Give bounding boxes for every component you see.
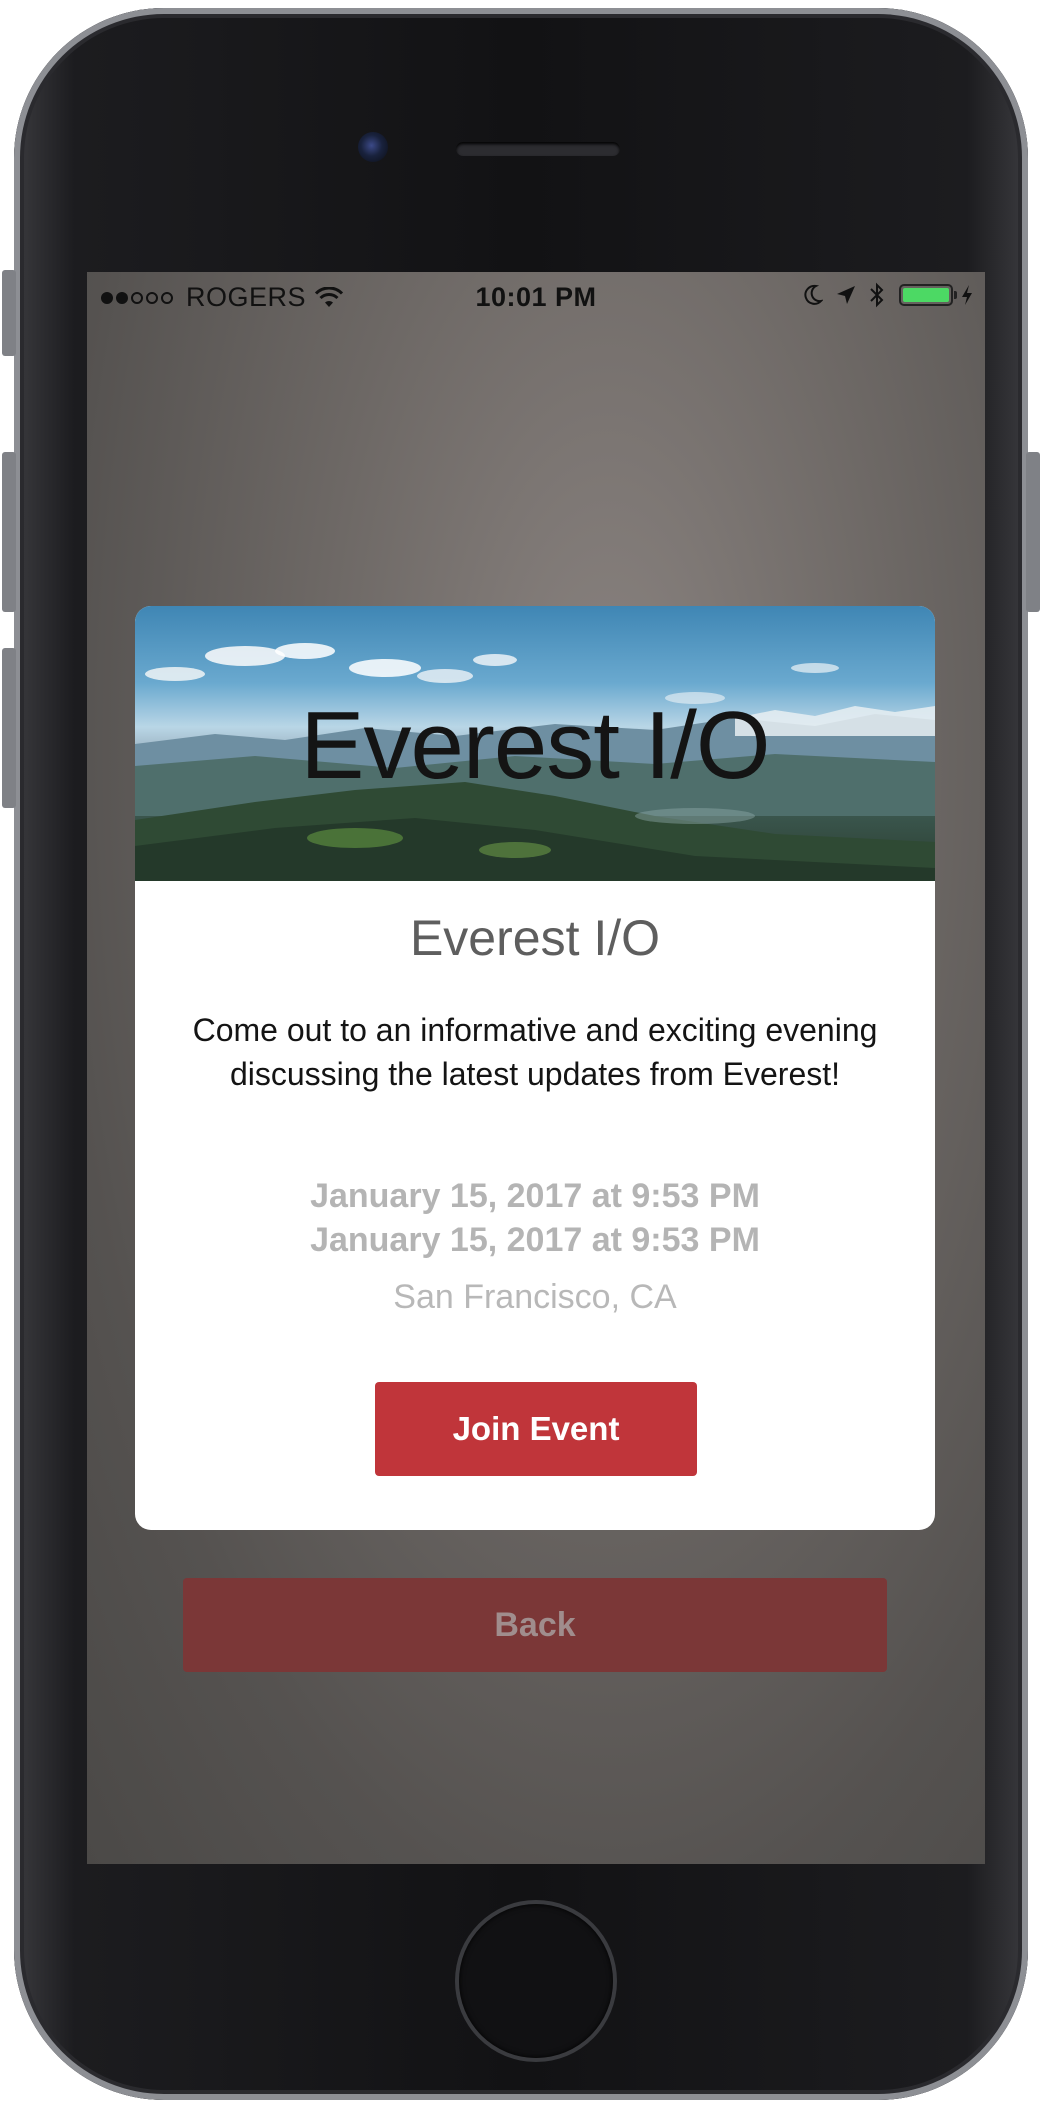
event-location: San Francisco, CA xyxy=(393,1278,677,1316)
iphone-frame: ROGERS 10:01 PM Everest I/O Everest I/O … xyxy=(14,8,1028,2100)
event-dates: January 15, 2017 at 9:53 PM January 15, … xyxy=(135,1174,935,1262)
banner-title: Everest I/O xyxy=(300,692,770,799)
event-card: Everest I/O Everest I/O Come out to an i… xyxy=(135,606,935,1530)
power-button xyxy=(1026,452,1040,612)
home-button[interactable] xyxy=(459,1904,613,2058)
back-button[interactable]: Back xyxy=(183,1578,887,1672)
bluetooth-icon xyxy=(870,282,884,308)
status-bar: ROGERS 10:01 PM xyxy=(87,272,985,320)
event-start-date: January 15, 2017 at 9:53 PM xyxy=(310,1177,760,1215)
moon-icon xyxy=(804,284,823,305)
volume-up-button xyxy=(2,452,16,612)
location-arrow-icon xyxy=(837,286,855,304)
event-banner: Everest I/O xyxy=(135,606,935,881)
battery-icon xyxy=(899,284,957,306)
charging-bolt-icon xyxy=(962,285,972,305)
earpiece-speaker xyxy=(456,142,620,156)
front-camera xyxy=(358,132,388,162)
mute-switch xyxy=(2,270,16,356)
join-event-button[interactable]: Join Event xyxy=(375,1382,697,1476)
status-right xyxy=(791,282,973,308)
screen: ROGERS 10:01 PM Everest I/O Everest I/O … xyxy=(87,272,985,1864)
event-title: Everest I/O xyxy=(409,910,661,966)
event-end-date: January 15, 2017 at 9:53 PM xyxy=(310,1221,760,1259)
event-description: Come out to an informative and exciting … xyxy=(192,1012,878,1092)
volume-down-button xyxy=(2,648,16,808)
battery-level xyxy=(903,288,949,302)
